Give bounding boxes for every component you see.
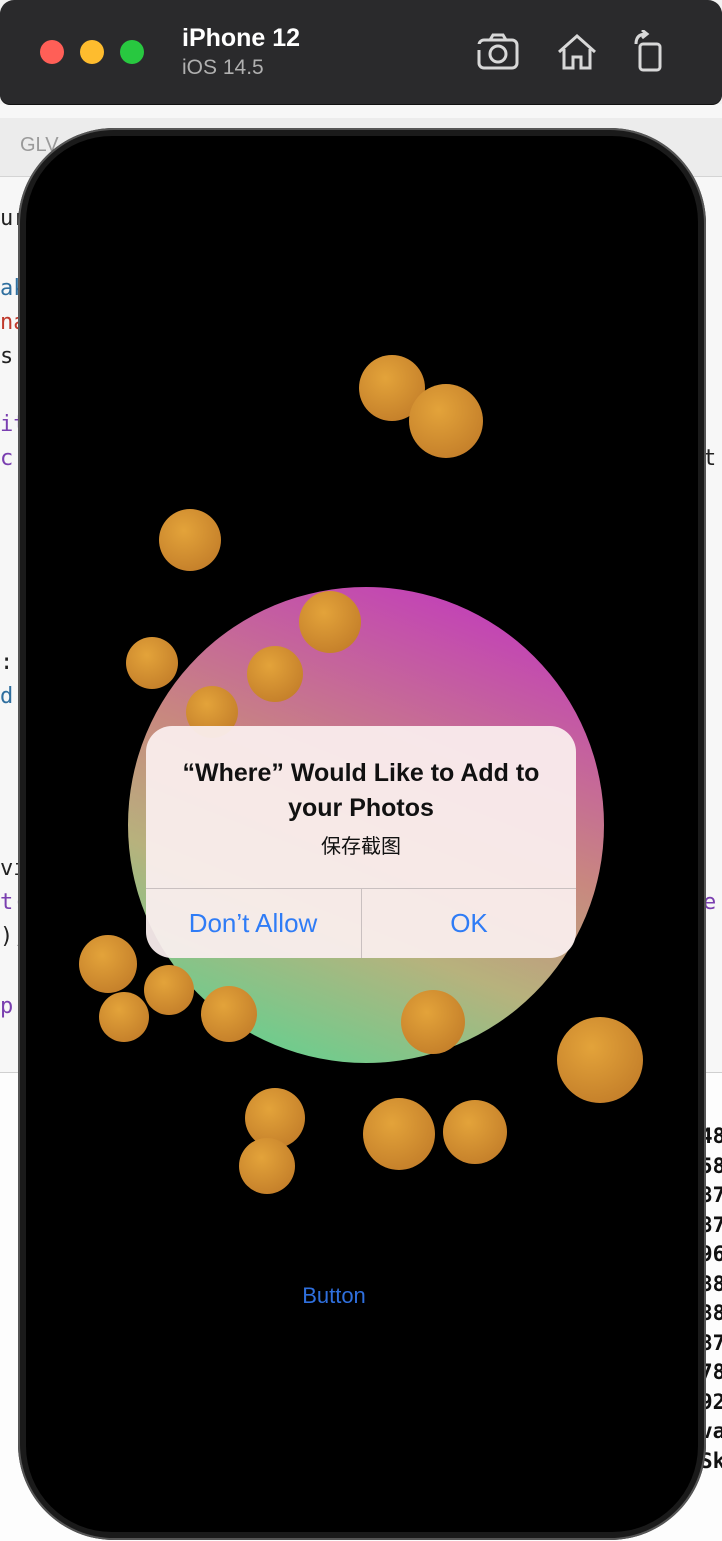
code-fragment-left: p [0,994,14,1019]
screenshot-icon[interactable] [475,30,523,74]
orange-ball [245,1088,305,1148]
phone-screen: Button “Where” Would Like to Add to your… [26,136,698,1532]
orange-ball [363,1098,435,1170]
orange-ball [79,935,137,993]
app-button[interactable]: Button [266,1276,402,1316]
orange-ball [239,1138,295,1194]
code-fragment-left: : [0,650,14,675]
alert-title: “Where” Would Like to Add to your Photos [182,759,540,822]
code-fragment-left: d [0,684,14,709]
minimize-window-button[interactable] [80,40,104,64]
orange-ball [443,1100,507,1164]
photos-permission-alert: “Where” Would Like to Add to your Photos… [146,726,576,958]
orange-ball [299,591,361,653]
zoom-window-button[interactable] [120,40,144,64]
code-fragment-left: s [0,344,14,369]
orange-ball [144,965,194,1015]
home-icon[interactable] [553,30,601,74]
rotate-icon[interactable] [626,30,674,74]
device-name: iPhone 12 [182,24,301,52]
orange-ball [159,509,221,571]
orange-ball [126,637,178,689]
orange-ball [401,990,465,1054]
orange-ball [99,992,149,1042]
ok-button[interactable]: OK [362,889,576,958]
code-fragment-left: c [0,446,14,471]
orange-ball [409,384,483,458]
orange-ball [201,986,257,1042]
orange-ball [247,646,303,702]
close-window-button[interactable] [40,40,64,64]
dont-allow-button[interactable]: Don’t Allow [146,889,360,958]
alert-message: 保存截图 [321,836,401,858]
os-version: iOS 14.5 [182,56,264,79]
orange-ball [557,1017,643,1103]
simulator-title-bar: iPhone 12 iOS 14.5 [0,0,722,104]
